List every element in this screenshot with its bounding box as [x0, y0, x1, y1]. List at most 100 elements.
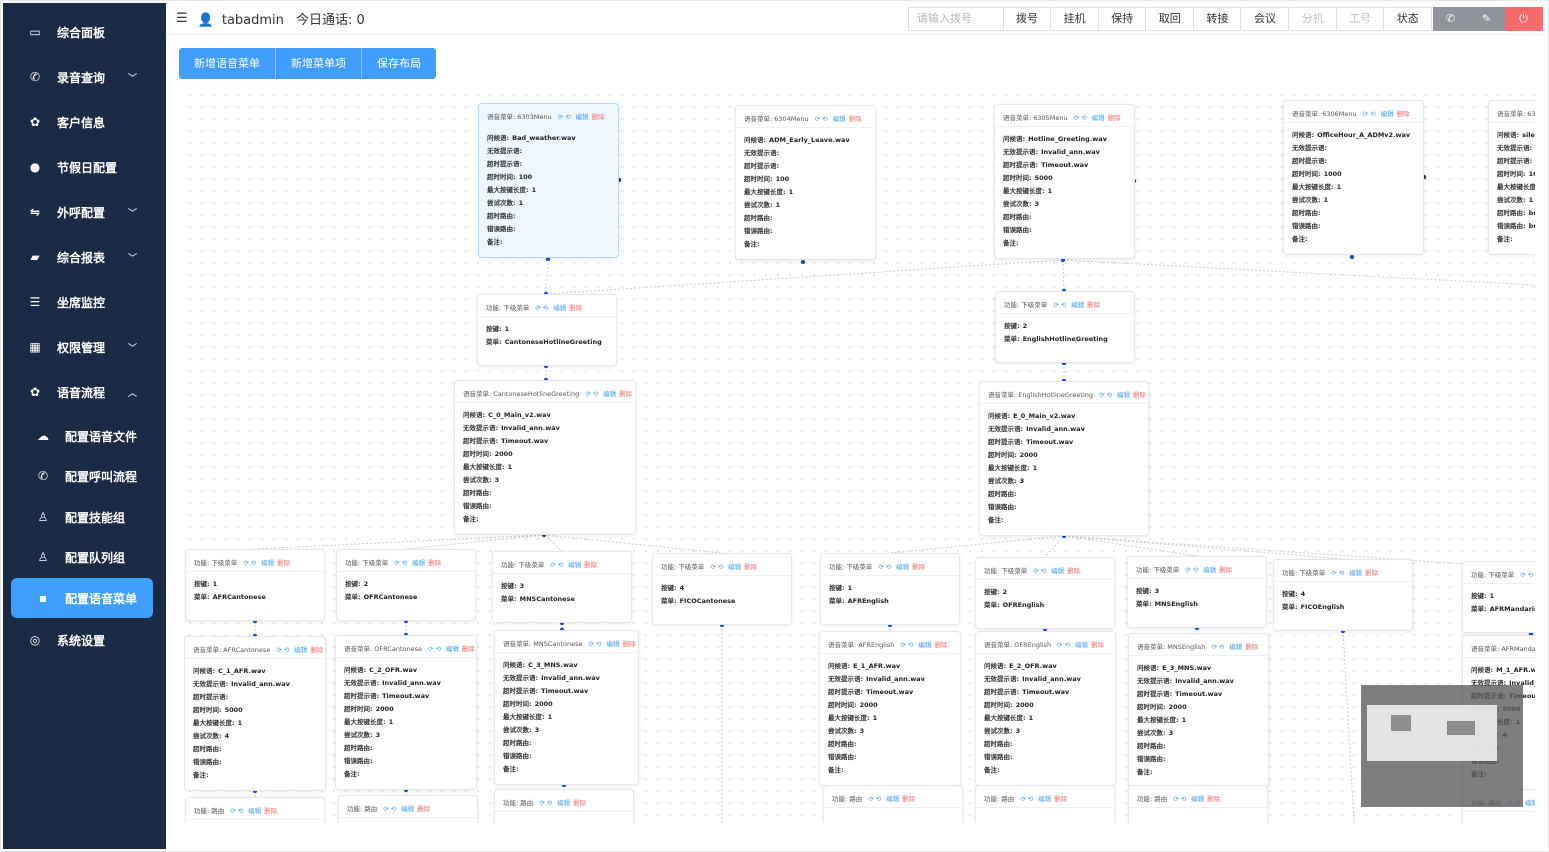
unlink-icon[interactable]: ⟲	[908, 641, 913, 649]
delete-link[interactable]: 删除	[592, 113, 605, 121]
delete-link[interactable]: 删除	[912, 563, 925, 571]
link-icon[interactable]: ⟳	[383, 805, 388, 813]
voice-menu-card[interactable]: 语音菜单: OFREnglish ⟳ ⟲ 编辑 删除 问候语: E_2_OFR.wav 无效提…	[975, 631, 1116, 786]
edit-link[interactable]: 编辑	[1191, 795, 1204, 803]
phone-btn-1[interactable]: 挂机	[1051, 7, 1099, 31]
unlink-icon[interactable]: ⟲	[565, 113, 570, 121]
phone-btn-6[interactable]: 分机	[1289, 7, 1337, 31]
delete-link[interactable]: 删除	[1397, 110, 1410, 118]
unlink-icon[interactable]: ⟲	[822, 115, 827, 123]
delete-link[interactable]: 删除	[428, 559, 441, 567]
menu-item-card[interactable]: 功能: 下级菜单 ⟳ ⟲ 编辑 删除 按键: 1 菜单: AFREnglish	[820, 553, 960, 625]
edit-link[interactable]: 编辑	[1525, 799, 1535, 807]
edit-link[interactable]: 编辑	[1092, 114, 1105, 122]
phone-btn-5[interactable]: 会议	[1242, 7, 1289, 31]
add-menu-item-button[interactable]: 新增菜单项	[276, 48, 362, 79]
link-icon[interactable]: ⟳	[1173, 795, 1178, 803]
connector-handle[interactable]	[800, 259, 806, 265]
unlink-icon[interactable]: ⟲	[876, 795, 881, 803]
edit-link[interactable]: 编辑	[401, 805, 414, 813]
link-icon[interactable]: ⟳	[1074, 114, 1079, 122]
menu-item-card[interactable]: 功能: 下级菜单⟳⟲编辑删除按键:1菜单:AFRMandarin	[1462, 561, 1535, 633]
voice-menu-card[interactable]: 语音菜单: 6307Menu⟳⟲编辑删除问候语:silence.wav 无效提示语…	[1488, 100, 1535, 255]
delete-link[interactable]: 删除	[584, 561, 597, 569]
unlink-icon[interactable]: ⟲	[1081, 114, 1086, 122]
delete-link[interactable]: 删除	[1207, 795, 1220, 803]
menu-item-card[interactable]: 功能: 路由 ⟳⟲ 编辑删除	[338, 795, 478, 823]
unlink-icon[interactable]: ⟲	[1339, 569, 1344, 577]
chevron-icon[interactable]: ﹀	[128, 206, 137, 219]
link-icon[interactable]: ⟳	[535, 304, 540, 312]
unlink-icon[interactable]: ⟲	[1028, 795, 1033, 803]
delete-link[interactable]: 删除	[462, 645, 475, 653]
edit-link[interactable]: 编辑	[603, 390, 616, 398]
edit-link[interactable]: 编辑	[896, 563, 909, 571]
unlink-icon[interactable]: ⟲	[1041, 567, 1046, 575]
delete-link[interactable]: 删除	[1245, 643, 1258, 651]
delete-link[interactable]: 删除	[622, 640, 635, 648]
delete-link[interactable]: 删除	[417, 805, 430, 813]
delete-link[interactable]: 删除	[1087, 301, 1100, 309]
menu-item-card[interactable]: 功能: 路由 ⟳⟲ 编辑删除	[975, 785, 1115, 823]
edit-link[interactable]: 编辑	[261, 559, 274, 567]
chevron-icon[interactable]: ︿	[128, 386, 137, 399]
link-icon[interactable]: ⟳	[1033, 567, 1038, 575]
delete-link[interactable]: 删除	[277, 559, 290, 567]
link-icon[interactable]: ⟳	[1211, 643, 1216, 651]
phone-btn-3[interactable]: 取回	[1146, 7, 1194, 31]
power-icon[interactable]: ⏻	[1505, 7, 1543, 31]
edit-link[interactable]: 编辑	[1117, 391, 1130, 399]
phone-btn-8[interactable]: 状态	[1384, 7, 1432, 31]
delete-link[interactable]: 删除	[849, 115, 862, 123]
link-icon[interactable]: ⟳	[1053, 301, 1058, 309]
delete-link[interactable]: 删除	[1365, 569, 1378, 577]
delete-link[interactable]: 删除	[934, 641, 947, 649]
voice-menu-card[interactable]: 语音菜单: AFRCantonese ⟳ ⟲ 编辑 删除 问候语: C_1_AFR.wav 无…	[184, 636, 326, 791]
link-icon[interactable]: ⟳	[1057, 641, 1062, 649]
edit-link[interactable]: 编辑	[412, 559, 425, 567]
sidebar-item-13[interactable]: ▪ 配置语音菜单	[11, 578, 153, 618]
edit-link[interactable]: 编辑	[1075, 641, 1088, 649]
sidebar-item-12[interactable]: ♙ 配置队列组	[11, 537, 153, 577]
link-icon[interactable]: ⟳	[394, 559, 399, 567]
phone-icon[interactable]: ✆	[1433, 7, 1469, 31]
sidebar-item-6[interactable]: ☰ 坐席监控	[11, 282, 153, 322]
unlink-icon[interactable]: ⟲	[558, 561, 563, 569]
dial-input[interactable]: 请输入拨号	[908, 7, 1004, 31]
unlink-icon[interactable]: ⟲	[251, 559, 256, 567]
menu-item-card[interactable]: 功能: 路由 ⟳⟲ 编辑删除	[494, 789, 634, 823]
edit-link[interactable]: 编辑	[728, 563, 741, 571]
sidebar-item-9[interactable]: ☁ 配置语音文件	[11, 416, 153, 456]
edit-icon[interactable]: ✎	[1469, 7, 1505, 31]
link-icon[interactable]: ⟳	[589, 640, 594, 648]
chevron-icon[interactable]: ﹀	[128, 71, 137, 84]
chevron-icon[interactable]: ﹀	[128, 341, 137, 354]
menu-item-card[interactable]: 功能: 路由 ⟳⟲ 编辑删除	[1128, 785, 1268, 823]
link-icon[interactable]: ⟳	[1020, 795, 1025, 803]
sidebar-item-10[interactable]: ✆ 配置呼叫流程	[11, 456, 153, 496]
menu-item-card[interactable]: 功能: 路由 ⟳⟲ 编辑删除	[823, 785, 963, 823]
menu-item-card[interactable]: 功能: 下级菜单 ⟳ ⟲ 编辑 删除 按键: 2 菜单: OFRCantonese	[336, 549, 476, 621]
menu-item-card[interactable]: 功能: 路由 ⟳⟲ 编辑删除	[185, 797, 325, 823]
edit-link[interactable]: 编辑	[576, 113, 589, 121]
sidebar-item-0[interactable]: ▭ 综合面板	[11, 12, 153, 52]
delete-link[interactable]: 删除	[1054, 795, 1067, 803]
delete-link[interactable]: 删除	[1219, 566, 1232, 574]
unlink-icon[interactable]: ⟲	[402, 559, 407, 567]
link-icon[interactable]: ⟳	[539, 799, 544, 807]
voice-menu-card[interactable]: 语音菜单: OFRCantonese ⟳ ⟲ 编辑 删除 问候语: C_2_OFR.wav 无…	[335, 635, 477, 790]
link-icon[interactable]: ⟳	[1520, 571, 1525, 579]
unlink-icon[interactable]: ⟲	[543, 304, 548, 312]
menu-item-card[interactable]: 功能: 下级菜单 ⟳ ⟲ 编辑 删除 按键: 4 菜单: FICOCantonese	[652, 553, 792, 625]
edit-link[interactable]: 编辑	[557, 799, 570, 807]
menu-item-card[interactable]: 功能: 下级菜单 ⟳ ⟲ 编辑 删除 按键: 3 菜单: MNSEnglish	[1127, 556, 1267, 628]
unlink-icon[interactable]: ⟲	[886, 563, 891, 571]
edit-link[interactable]: 编辑	[294, 646, 307, 654]
link-icon[interactable]: ⟳	[230, 807, 235, 815]
sidebar-item-5[interactable]: ▰ 综合报表 ﹀	[11, 237, 153, 277]
unlink-icon[interactable]: ⟲	[238, 807, 243, 815]
delete-link[interactable]: 删除	[619, 390, 632, 398]
unlink-icon[interactable]: ⟲	[1181, 795, 1186, 803]
edit-link[interactable]: 编辑	[606, 640, 619, 648]
link-icon[interactable]: ⟳	[1363, 110, 1368, 118]
